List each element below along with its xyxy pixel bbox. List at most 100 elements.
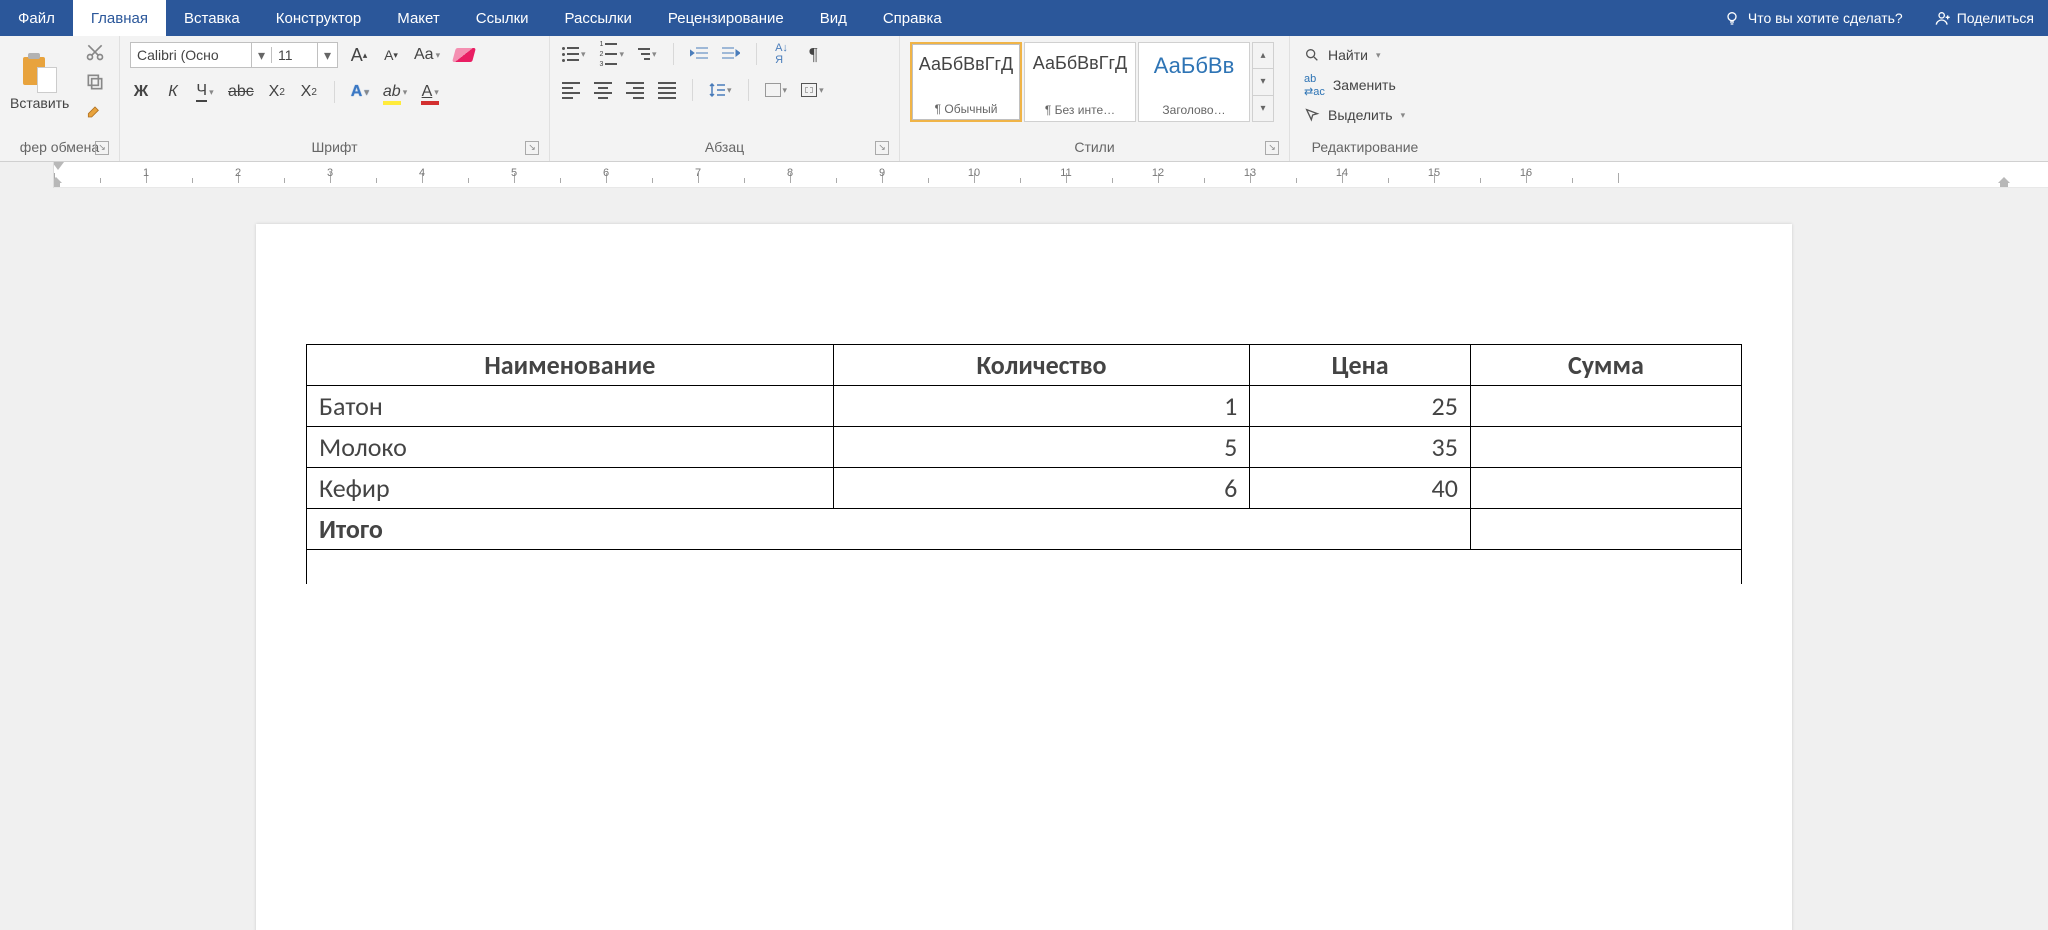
tab-file[interactable]: Файл	[0, 0, 73, 36]
chevron-down-icon[interactable]: ▾	[251, 43, 271, 67]
align-left-button[interactable]	[560, 78, 582, 102]
table-cell[interactable]: Молоко	[307, 427, 834, 468]
ruler-number: 1	[143, 167, 149, 179]
align-justify-button[interactable]	[656, 78, 678, 102]
group-label-paragraph: Абзац↘	[560, 135, 889, 161]
table-row[interactable]: Батон 1 25	[307, 386, 1742, 427]
table-total-row[interactable]: Итого	[307, 509, 1742, 550]
copy-icon[interactable]	[85, 72, 105, 92]
table-cell[interactable]	[1470, 386, 1741, 427]
table-total-label[interactable]: Итого	[307, 509, 1471, 550]
font-launcher[interactable]: ↘	[525, 141, 539, 155]
multilevel-button[interactable]	[636, 42, 659, 66]
ruler-number: 2	[235, 167, 241, 179]
share-button[interactable]: Поделиться	[1921, 0, 2048, 36]
group-label-font: Шрифт↘	[130, 135, 539, 161]
shrink-font-button[interactable]: A▾	[380, 43, 402, 67]
text-effects-button[interactable]: A	[349, 80, 371, 104]
numbering-button[interactable]: 123	[598, 42, 626, 66]
table-cell[interactable]: Кефир	[307, 468, 834, 509]
hanging-indent-marker[interactable]	[54, 177, 62, 187]
font-color-button[interactable]: A	[419, 80, 441, 104]
tab-references[interactable]: Ссылки	[458, 0, 547, 36]
subscript-button[interactable]: X2	[266, 80, 288, 104]
table-cell[interactable]	[1470, 427, 1741, 468]
paragraph-launcher[interactable]: ↘	[875, 141, 889, 155]
borders-icon	[801, 83, 817, 97]
line-spacing-button[interactable]	[707, 78, 734, 102]
bold-button[interactable]: Ж	[130, 80, 152, 104]
sort-button[interactable]: A↓Я	[771, 42, 793, 66]
styles-down-button[interactable]: ▾	[1253, 69, 1273, 95]
document-table[interactable]: Наименование Количество Цена Сумма Батон…	[306, 344, 1742, 584]
styles-more-button[interactable]: ▾	[1253, 96, 1273, 121]
table-cell[interactable]: 25	[1250, 386, 1471, 427]
strike-button[interactable]: abc	[226, 80, 256, 104]
italic-button[interactable]: К	[162, 80, 184, 104]
table-cell[interactable]: Батон	[307, 386, 834, 427]
styles-up-button[interactable]: ▴	[1253, 43, 1273, 69]
tab-home[interactable]: Главная	[73, 0, 166, 36]
table-row[interactable]	[307, 550, 1742, 584]
format-painter-icon[interactable]	[85, 102, 105, 122]
style-no-spacing[interactable]: АаБбВвГгД ¶ Без инте…	[1024, 42, 1136, 122]
table-header[interactable]: Количество	[833, 345, 1250, 386]
indent-button[interactable]	[720, 42, 742, 66]
table-header[interactable]: Наименование	[307, 345, 834, 386]
table-cell[interactable]	[1470, 509, 1741, 550]
chevron-down-icon[interactable]: ▾	[317, 43, 337, 67]
align-center-button[interactable]	[592, 78, 614, 102]
highlight-button[interactable]: ab	[381, 80, 409, 104]
font-size-value[interactable]: 11	[271, 47, 317, 63]
tab-mailings[interactable]: Рассылки	[547, 0, 650, 36]
styles-launcher[interactable]: ↘	[1265, 141, 1279, 155]
change-case-button[interactable]: Aa	[412, 43, 442, 67]
table-header-row[interactable]: Наименование Количество Цена Сумма	[307, 345, 1742, 386]
table-row[interactable]: Молоко 5 35	[307, 427, 1742, 468]
replace-button[interactable]: ab⇄ac Заменить	[1300, 72, 1430, 98]
tab-design[interactable]: Конструктор	[258, 0, 380, 36]
superscript-button[interactable]: X2	[298, 80, 320, 104]
table-cell[interactable]: 40	[1250, 468, 1471, 509]
cut-icon[interactable]	[85, 42, 105, 62]
ruler-number: 10	[968, 167, 980, 179]
shading-button[interactable]	[763, 78, 790, 102]
first-line-indent-marker[interactable]	[54, 162, 64, 170]
select-button[interactable]: Выделить ▾	[1300, 102, 1430, 128]
table-cell[interactable]: 6	[833, 468, 1250, 509]
table-row[interactable]: Кефир 6 40	[307, 468, 1742, 509]
tab-review[interactable]: Рецензирование	[650, 0, 802, 36]
table-header[interactable]: Сумма	[1470, 345, 1741, 386]
clipboard-launcher[interactable]: ↘	[95, 141, 109, 155]
outdent-button[interactable]	[688, 42, 710, 66]
clear-format-button[interactable]	[452, 43, 476, 67]
table-cell[interactable]: 35	[1250, 427, 1471, 468]
style-normal[interactable]: АаБбВвГгД ¶ Обычный	[910, 42, 1022, 122]
table-header[interactable]: Цена	[1250, 345, 1471, 386]
tab-layout[interactable]: Макет	[379, 0, 457, 36]
horizontal-ruler[interactable]: 12345678910111213141516	[54, 162, 2048, 188]
bullets-button[interactable]	[560, 42, 588, 66]
table-cell[interactable]: 1	[833, 386, 1250, 427]
font-name-combo[interactable]: Calibri (Осно ▾ 11 ▾	[130, 42, 338, 68]
tab-help[interactable]: Справка	[865, 0, 960, 36]
table-cell[interactable]	[1470, 468, 1741, 509]
tell-me-search[interactable]: Что вы хотите сделать?	[1706, 0, 1921, 36]
align-center-icon	[594, 82, 612, 99]
grow-font-button[interactable]: A▴	[348, 43, 370, 67]
group-font: Calibri (Осно ▾ 11 ▾ A▴ A▾ Aa Ж К Ч abc …	[120, 36, 550, 161]
table-cell[interactable]: 5	[833, 427, 1250, 468]
style-heading1[interactable]: АаБбВв Заголово…	[1138, 42, 1250, 122]
borders-button[interactable]	[799, 78, 826, 102]
paste-button[interactable]: Вставить	[10, 53, 69, 111]
show-marks-button[interactable]: ¶	[803, 42, 825, 66]
align-right-button[interactable]	[624, 78, 646, 102]
underline-button[interactable]: Ч	[194, 80, 216, 104]
ruler-number: 8	[787, 167, 793, 179]
tab-insert[interactable]: Вставка	[166, 0, 258, 36]
find-button[interactable]: Найти ▾	[1300, 42, 1430, 68]
indent-icon	[722, 46, 740, 62]
tab-view[interactable]: Вид	[802, 0, 865, 36]
page[interactable]: Наименование Количество Цена Сумма Батон…	[256, 224, 1792, 930]
right-indent-marker[interactable]	[1998, 177, 2010, 187]
